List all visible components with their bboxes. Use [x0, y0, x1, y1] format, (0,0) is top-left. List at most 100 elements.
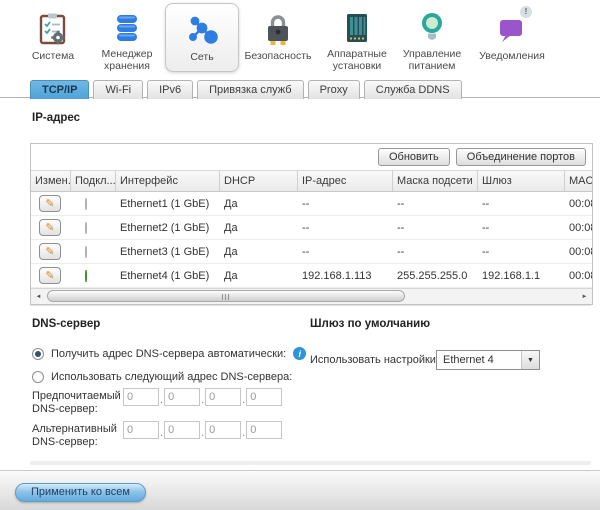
nav-item-system[interactable]: Система	[15, 3, 91, 72]
alternative-octet-4[interactable]	[246, 421, 282, 439]
cell-ip: 192.168.1.113	[298, 270, 393, 282]
col-header-mac[interactable]: MAC-	[565, 171, 592, 191]
cell-interface: Ethernet2 (1 GbE)	[116, 222, 220, 234]
cell-interface: Ethernet1 (1 GbE)	[116, 198, 220, 210]
primary-octet-4[interactable]	[246, 388, 282, 406]
connection-status-dot	[85, 246, 87, 258]
col-header-connect[interactable]: Подкл...	[71, 171, 116, 191]
table-row-ethernet4: ✎ Ethernet4 (1 GbE) Да 192.168.1.113 255…	[31, 264, 592, 288]
ip-table: Обновить Объединение портов Измен... Под…	[30, 143, 593, 305]
nav-item-label: Уведомления	[479, 50, 545, 62]
alternative-octet-2[interactable]	[164, 421, 200, 439]
nav-item-label: Управление питанием	[394, 48, 470, 72]
edit-button[interactable]: ✎	[39, 267, 61, 284]
nav-item-label: Менеджер хранения	[89, 48, 165, 72]
system-clipboard-icon	[37, 10, 69, 48]
col-header-ip[interactable]: IP-адрес	[298, 171, 393, 191]
alternative-dns-octets: . . .	[123, 421, 282, 439]
nav-item-notifications[interactable]: ! Уведомления	[470, 3, 554, 72]
edit-button[interactable]: ✎	[39, 243, 61, 260]
scroll-left-arrow-icon[interactable]: ◄	[31, 289, 46, 304]
cell-gateway: --	[478, 198, 565, 210]
gateway-interface-select[interactable]: Ethernet 4 ▼	[436, 350, 540, 370]
nav-item-label: Безопасность	[245, 50, 312, 62]
ip-section-title: IP-адрес	[32, 112, 80, 124]
cell-mask: 255.255.255.0	[393, 270, 478, 282]
col-header-gateway[interactable]: Шлюз	[478, 171, 565, 191]
connection-status-dot	[85, 198, 87, 210]
dns-auto-label: Получить адрес DNS-сервера автоматически…	[51, 348, 286, 360]
cell-dhcp: Да	[220, 270, 298, 282]
security-lock-icon	[263, 10, 293, 48]
gateway-section-title: Шлюз по умолчанию	[310, 318, 430, 330]
table-row-ethernet3: ✎ Ethernet3 (1 GbE) Да -- -- -- 00:08	[31, 240, 592, 264]
octet-separator: .	[160, 394, 163, 406]
dns-manual-option[interactable]: Использовать следующий адрес DNS-сервера…	[32, 371, 292, 383]
control-panel-network-page: Система Менеджер хранения	[0, 0, 600, 510]
power-lightbulb-icon	[417, 10, 447, 46]
cell-mask: --	[393, 198, 478, 210]
cell-ip: --	[298, 198, 393, 210]
info-icon[interactable]: i	[293, 347, 306, 360]
ip-table-toolbar: Обновить Объединение портов	[31, 144, 592, 170]
cell-ip: --	[298, 246, 393, 258]
notifications-chat-icon: !	[496, 10, 528, 48]
primary-octet-1[interactable]	[123, 388, 159, 406]
alternative-octet-1[interactable]	[123, 421, 159, 439]
primary-octet-2[interactable]	[164, 388, 200, 406]
nav-item-network[interactable]: Сеть	[165, 3, 239, 72]
connection-status-dot	[85, 222, 87, 234]
gateway-use-label: Использовать настройки с:	[310, 354, 448, 366]
nav-item-label: Аппаратные установки	[316, 48, 398, 72]
col-header-edit[interactable]: Измен...	[31, 171, 71, 191]
octet-separator: .	[201, 427, 204, 439]
scrollbar-thumb[interactable]	[47, 290, 405, 302]
horizontal-scrollbar[interactable]: ◄ ►	[31, 288, 592, 304]
nav-item-storage-manager[interactable]: Менеджер хранения	[89, 3, 165, 72]
cell-interface: Ethernet3 (1 GbE)	[116, 246, 220, 258]
primary-octet-3[interactable]	[205, 388, 241, 406]
connection-status-dot	[85, 270, 87, 282]
apply-to-all-button[interactable]: Применить ко всем	[15, 483, 146, 502]
tab-wifi[interactable]: Wi-Fi	[93, 80, 143, 99]
port-trunking-button[interactable]: Объединение портов	[456, 148, 586, 166]
cell-mask: --	[393, 222, 478, 234]
server-rack-icon	[342, 10, 372, 46]
nav-item-hardware[interactable]: Аппаратные установки	[316, 3, 398, 72]
tab-tcpip[interactable]: TCP/IP	[30, 80, 89, 99]
chevron-down-icon: ▼	[521, 351, 539, 369]
notification-badge: !	[520, 6, 532, 18]
edit-button[interactable]: ✎	[39, 195, 61, 212]
tab-service-binding[interactable]: Привязка служб	[197, 80, 303, 99]
edit-button[interactable]: ✎	[39, 219, 61, 236]
octet-separator: .	[201, 394, 204, 406]
scrollbar-grip-icon	[222, 294, 230, 300]
section-divider	[30, 305, 591, 306]
cell-ip: --	[298, 222, 393, 234]
alternative-octet-3[interactable]	[205, 421, 241, 439]
nav-item-power[interactable]: Управление питанием	[394, 3, 470, 72]
cell-gateway: --	[478, 246, 565, 258]
nav-item-security[interactable]: Безопасность	[240, 3, 316, 72]
tab-ddns[interactable]: Служба DDNS	[364, 80, 462, 99]
tab-ipv6[interactable]: IPv6	[147, 80, 193, 99]
footer-bar: Применить ко всем	[0, 470, 600, 510]
dns-section-title: DNS-сервер	[32, 318, 100, 330]
dns-auto-option[interactable]: Получить адрес DNS-сервера автоматически…	[32, 347, 306, 360]
network-nodes-icon	[184, 11, 220, 49]
octet-separator: .	[242, 427, 245, 439]
table-row-ethernet2: ✎ Ethernet2 (1 GbE) Да -- -- -- 00:08	[31, 216, 592, 240]
tab-proxy[interactable]: Proxy	[308, 80, 360, 99]
scroll-right-arrow-icon[interactable]: ►	[577, 289, 592, 304]
octet-separator: .	[242, 394, 245, 406]
ip-table-header: Измен... Подкл... Интерфейс DHCP IP-адре…	[31, 170, 592, 192]
col-header-mask[interactable]: Маска подсети	[393, 171, 478, 191]
cell-dhcp: Да	[220, 222, 298, 234]
nav-item-label: Сеть	[190, 51, 213, 63]
octet-separator: .	[160, 427, 163, 439]
col-header-dhcp[interactable]: DHCP	[220, 171, 298, 191]
refresh-button[interactable]: Обновить	[378, 148, 450, 166]
col-header-interface[interactable]: Интерфейс	[116, 171, 220, 191]
table-row-ethernet1: ✎ Ethernet1 (1 GbE) Да -- -- -- 00:08	[31, 192, 592, 216]
radio-unchecked-icon	[32, 371, 44, 383]
